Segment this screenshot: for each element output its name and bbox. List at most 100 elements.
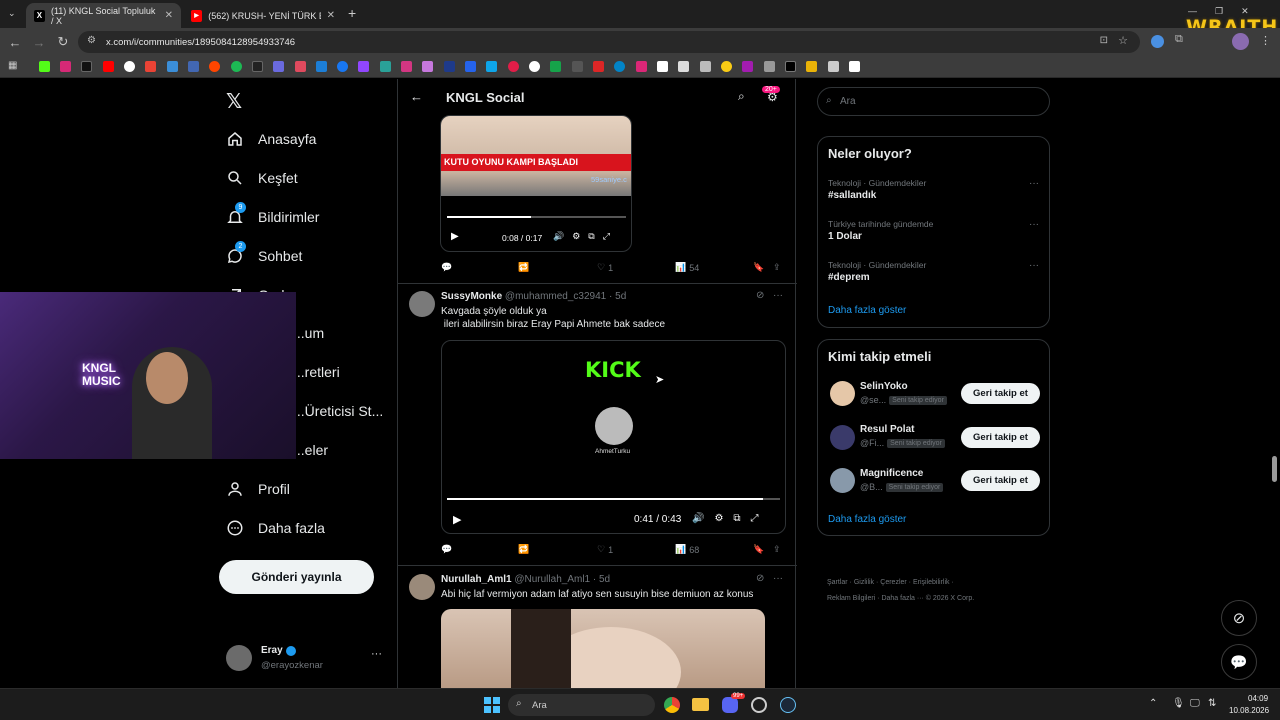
play-icon[interactable]: ▶ — [453, 513, 461, 526]
bookmark-icon[interactable] — [849, 61, 860, 72]
tray-chevron-icon[interactable]: ⌃ — [1149, 698, 1157, 709]
show-more-link[interactable]: Daha fazla göster — [828, 514, 906, 525]
profile-avatar[interactable] — [1232, 33, 1249, 50]
reply-icon[interactable]: 💬 — [441, 544, 452, 555]
bookmark-icon[interactable] — [764, 61, 775, 72]
follow-back-button[interactable]: Geri takip et — [961, 383, 1040, 404]
follow-name[interactable]: Resul Polat — [860, 424, 914, 435]
bookmark-icon[interactable] — [252, 61, 263, 72]
avatar[interactable] — [830, 381, 855, 406]
back-arrow-icon[interactable]: ← — [410, 89, 423, 104]
site-info-icon[interactable]: ⚙ — [87, 35, 96, 46]
follow-name[interactable]: Magnificence — [860, 468, 923, 479]
more-icon[interactable]: ··· — [1029, 178, 1039, 189]
bookmark-icon[interactable] — [636, 61, 647, 72]
bookmark-instagram-icon[interactable] — [60, 61, 71, 72]
bookmark-icon[interactable] — [465, 61, 476, 72]
bookmark-icon[interactable]: 🔖 — [753, 544, 764, 555]
bookmark-icon[interactable] — [401, 61, 412, 72]
scrollbar-thumb[interactable] — [1272, 456, 1277, 482]
repost-icon[interactable]: 🔁 — [518, 262, 529, 273]
video-player[interactable]: KICK AhmetTurku ➤ ▶ 0:41 / 0:43 🔊⚙⧉⤢ — [441, 340, 786, 534]
bookmark-icon[interactable] — [508, 61, 519, 72]
reload-icon[interactable]: ↻ — [55, 34, 71, 50]
nav-bookmarks[interactable]: ...retleri — [293, 364, 340, 380]
bookmark-icon[interactable] — [316, 61, 327, 72]
bookmark-icon[interactable] — [828, 61, 839, 72]
bookmark-folder-icon[interactable] — [806, 61, 817, 72]
video-progress-track[interactable] — [447, 498, 780, 500]
nav-profile[interactable]: Profil — [226, 480, 290, 498]
bookmark-icon[interactable] — [742, 61, 753, 72]
close-icon[interactable]: ✕ — [165, 10, 173, 21]
bookmark-icon[interactable] — [614, 61, 625, 72]
bookmark-gmail-icon[interactable] — [145, 61, 156, 72]
bookmark-icon[interactable] — [572, 61, 583, 72]
menu-icon[interactable]: ⋮ — [1260, 34, 1271, 47]
tab-kngl-social[interactable]: X (11) KNGL Social Topluluk / X ✕ — [26, 3, 181, 28]
views-button[interactable]: 📊 54 — [675, 262, 699, 273]
microphone-icon[interactable]: 🎙 — [1172, 698, 1185, 709]
trend-title[interactable]: 1 Dolar — [828, 231, 862, 242]
nav-people[interactable]: ...eler — [293, 442, 328, 458]
footer-line[interactable]: Reklam Bilgileri · Daha fazla ··· © 2026… — [827, 591, 1047, 607]
address-bar[interactable]: ⚙ x.com/i/communities/189508412895493374… — [78, 31, 1140, 53]
video-player[interactable]: KUTU OYUNU KAMPI BAŞLADI 59saniye.c ▶ 0:… — [440, 115, 632, 252]
more-icon[interactable]: ··· — [773, 290, 783, 301]
show-more-link[interactable]: Daha fazla göster — [828, 305, 906, 316]
bookmark-icon[interactable] — [380, 61, 391, 72]
more-icon[interactable]: ··· — [773, 573, 783, 584]
grok-icon[interactable]: ⊘ — [756, 290, 764, 301]
app-icon[interactable] — [751, 697, 767, 713]
chrome-icon[interactable] — [664, 697, 680, 713]
follow-back-button[interactable]: Geri takip et — [961, 470, 1040, 491]
tweet-image[interactable] — [441, 609, 765, 688]
more-icon[interactable]: ··· — [1029, 260, 1039, 271]
install-app-icon[interactable]: ⊡ — [1100, 35, 1108, 46]
follow-back-button[interactable]: Geri takip et — [961, 427, 1040, 448]
post-button[interactable]: Gönderi yayınla — [219, 560, 374, 594]
bookmark-spotify-icon[interactable] — [231, 61, 242, 72]
nav-chat[interactable]: Sohbet 2 — [226, 241, 302, 265]
network-icon[interactable]: ⇅ — [1208, 698, 1216, 709]
repost-icon[interactable]: 🔁 — [518, 544, 529, 555]
search-input[interactable]: ⌕ Ara — [817, 87, 1050, 116]
bookmark-google-icon[interactable] — [124, 61, 135, 72]
bookmark-icon[interactable] — [167, 61, 178, 72]
reply-icon[interactable]: 💬 — [441, 262, 452, 273]
star-icon[interactable]: ☆ — [1118, 34, 1128, 47]
clock-date[interactable]: 10.08.2026 — [1229, 706, 1269, 715]
search-icon[interactable]: ⌕ — [738, 89, 745, 104]
tweet-author[interactable]: Nurullah_Aml1 — [441, 574, 512, 585]
play-icon[interactable]: ▶ — [451, 231, 459, 242]
back-icon[interactable]: ← — [7, 34, 23, 50]
bookmark-icon[interactable] — [188, 61, 199, 72]
bookmark-icon[interactable] — [700, 61, 711, 72]
clock-time[interactable]: 04:09 — [1248, 694, 1268, 703]
grok-icon[interactable]: ⊘ — [756, 573, 764, 584]
bookmark-icon[interactable] — [678, 61, 689, 72]
steam-icon[interactable] — [780, 697, 796, 713]
nav-explore[interactable]: Keşfet — [226, 169, 298, 187]
video-progress-track[interactable] — [447, 216, 626, 218]
bookmark-youtube-icon[interactable] — [103, 61, 114, 72]
bookmark-icon[interactable] — [273, 61, 284, 72]
apps-grid-icon[interactable]: ▦ — [8, 60, 17, 71]
bookmark-kick-icon[interactable] — [39, 61, 50, 72]
bookmark-icon[interactable] — [785, 61, 796, 72]
bookmark-icon[interactable] — [593, 61, 604, 72]
bookmark-x-icon[interactable] — [81, 61, 92, 72]
nav-creator-studio[interactable]: ...Üreticisi St... — [293, 403, 383, 419]
tweet-handle[interactable]: @Nurullah_Aml1 — [514, 574, 590, 585]
footer-line[interactable]: Şartlar · Gizlilik · Çerezler · Erişileb… — [827, 575, 1047, 591]
tweet-author[interactable]: SussyMonke — [441, 291, 502, 302]
nav-more[interactable]: Daha fazla — [226, 519, 325, 537]
display-icon[interactable]: 🖵 — [1190, 698, 1200, 709]
like-button[interactable]: ♡ 1 — [597, 544, 613, 555]
video-controls[interactable]: 🔊⚙⧉⤢ — [692, 513, 769, 524]
window-controls[interactable]: —❐✕ — [1188, 6, 1267, 17]
tab-youtube[interactable]: ▶ (562) KRUSH- YENİ TÜRK BOYB... ✕ — [183, 3, 343, 28]
follow-name[interactable]: SelinYoko — [860, 381, 908, 392]
discord-icon[interactable] — [722, 697, 738, 713]
bookmark-twitch-icon[interactable] — [358, 61, 369, 72]
